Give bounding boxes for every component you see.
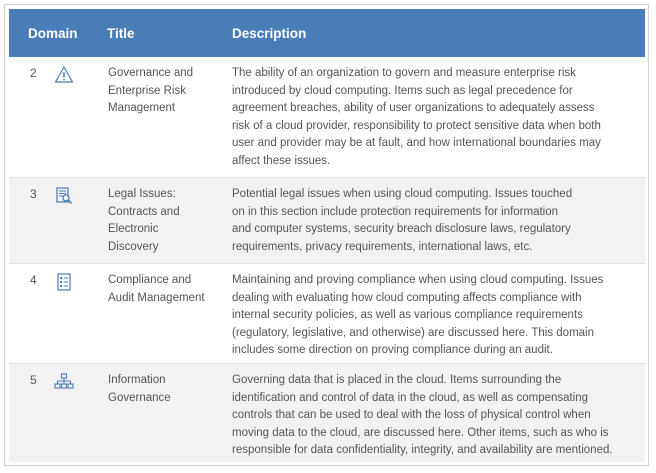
description-line: moving data to the cloud, are discussed …: [232, 426, 609, 439]
column-header-description: Description: [232, 26, 307, 41]
org-chart-icon: [54, 372, 74, 392]
domain-number: 2: [30, 66, 37, 80]
domain-description: Maintaining and proving compliance when …: [232, 272, 637, 360]
table-row: 5 Information Governance Governing data …: [9, 364, 645, 462]
domain-description: Governing data that is placed in the clo…: [232, 372, 637, 460]
domain-description: The ability of an organization to govern…: [232, 65, 637, 170]
table-row: 2 Governance and Enterprise Risk Managem…: [9, 57, 645, 178]
description-line: introduced by cloud computing. Items suc…: [232, 84, 573, 97]
domain-title: Compliance and Audit Management: [108, 274, 205, 304]
description-line: agreement breaches, ability of user orga…: [232, 102, 595, 114]
description-line: Maintaining and proving compliance when …: [232, 274, 604, 286]
description-line: requirements, privacy requirements, inte…: [232, 240, 533, 253]
domain-title: Legal Issues: Contracts and Electronic D…: [108, 188, 180, 253]
description-line: affect these issues.: [232, 154, 331, 167]
description-line: risk of a cloud provider, responsibility…: [232, 119, 601, 132]
description-line: The ability of an organization to govern…: [232, 67, 576, 79]
description-line: and computer systems, security breach di…: [232, 223, 571, 235]
description-line: user and provider may be at fault, and h…: [232, 137, 601, 149]
domain-number: 3: [30, 187, 37, 201]
domain-number: 5: [30, 373, 37, 387]
domain-title: Governance and Enterprise Risk Managemen…: [108, 67, 194, 114]
domain-title: Information Governance: [108, 374, 171, 404]
table-row: 4 Compliance and Audit Management Mainta…: [9, 264, 645, 364]
description-line: identification and control of data in th…: [232, 391, 589, 404]
column-header-title: Title: [107, 26, 135, 41]
description-line: on in this section include protection re…: [232, 205, 559, 218]
warning-triangle-icon: [54, 65, 74, 85]
description-line: includes some direction on proving compl…: [232, 344, 553, 356]
description-line: Governing data that is placed in the clo…: [232, 374, 562, 386]
description-line: (regulatory, legislative, and otherwise)…: [232, 326, 595, 339]
description-line: dealing with evaluating how cloud comput…: [232, 291, 582, 304]
table-header: Domain Title Description: [9, 9, 645, 57]
description-line: responsible for data confidentiality, in…: [232, 444, 613, 456]
domain-number: 4: [30, 273, 37, 287]
table-row: 3 Legal Issues: Contracts and Electronic…: [9, 178, 645, 264]
description-line: controls that can be used to deal with t…: [232, 409, 591, 421]
domains-table: Domain Title Description 2 Governance an…: [4, 4, 649, 466]
checklist-icon: [54, 272, 74, 292]
description-line: internal security policies, as well as v…: [232, 309, 583, 321]
description-line: Potential legal issues when using cloud …: [232, 188, 573, 200]
domain-description: Potential legal issues when using cloud …: [232, 186, 637, 256]
document-search-icon: [54, 186, 74, 206]
column-header-domain: Domain: [28, 26, 78, 41]
